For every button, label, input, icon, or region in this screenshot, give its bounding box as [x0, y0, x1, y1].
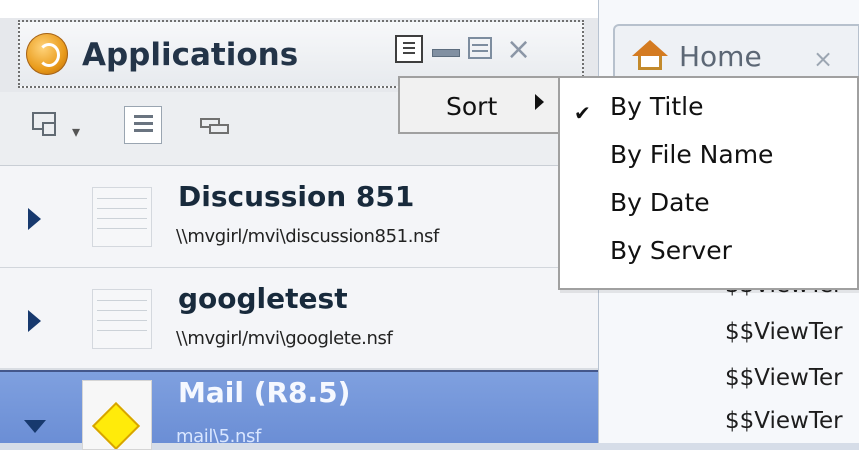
check-icon: ✔ — [574, 101, 591, 125]
database-path: mail\5.nsf — [176, 426, 261, 447]
database-icon — [92, 289, 152, 349]
minimize-icon[interactable] — [432, 49, 460, 57]
expand-down-icon[interactable] — [24, 420, 46, 433]
database-title: Mail (R8.5) — [178, 376, 351, 409]
sort-by-title-item[interactable]: By Title — [610, 92, 703, 121]
sort-by-server-item[interactable]: By Server — [610, 236, 732, 265]
submenu-arrow-icon — [535, 94, 544, 110]
view-row[interactable]: $$ViewTer — [725, 408, 843, 434]
sort-submenu: ✔ By Title By File Name By Date By Serve… — [558, 76, 859, 290]
database-icon — [92, 187, 152, 247]
applications-panel: Applications × ▾ Discussion 851 \\mvgirl… — [0, 0, 598, 450]
applications-title: Applications — [82, 37, 299, 73]
sort-by-date-item[interactable]: By Date — [610, 188, 710, 217]
list-item[interactable]: Discussion 851 \\mvgirl/mvi\discussion85… — [0, 166, 598, 268]
home-icon — [632, 40, 668, 70]
sort-context-menu[interactable]: Sort — [398, 76, 568, 134]
sort-menu-label: Sort — [446, 92, 498, 121]
title-strip — [0, 0, 598, 18]
list-item-selected[interactable]: Mail (R8.5) mail\5.nsf — [0, 370, 598, 450]
view-row[interactable]: $$ViewTer — [725, 319, 843, 345]
close-icon[interactable]: × — [506, 32, 534, 67]
sort-icon[interactable] — [395, 35, 423, 63]
view-row[interactable]: $$ViewTer — [725, 365, 843, 391]
close-icon[interactable]: × — [813, 45, 833, 73]
maximize-icon[interactable] — [468, 37, 492, 59]
mail-icon — [82, 380, 152, 450]
database-title: googletest — [178, 282, 348, 315]
list-icon[interactable] — [124, 106, 162, 144]
database-title: Discussion 851 — [178, 180, 415, 213]
copy-icon[interactable] — [32, 112, 56, 136]
list-item[interactable]: googletest \\mvgirl/mvi\googlete.nsf — [0, 268, 598, 370]
sort-by-file-name-item[interactable]: By File Name — [610, 140, 773, 169]
expand-right-icon[interactable] — [28, 208, 41, 230]
tab-home-label: Home — [679, 40, 762, 73]
expand-right-icon[interactable] — [28, 310, 41, 332]
database-path: \\mvgirl/mvi\googlete.nsf — [176, 328, 393, 349]
dropdown-arrow-icon[interactable]: ▾ — [72, 122, 80, 141]
stack-icon[interactable] — [200, 118, 230, 134]
applications-icon — [26, 33, 68, 75]
database-path: \\mvgirl/mvi\discussion851.nsf — [176, 226, 439, 247]
